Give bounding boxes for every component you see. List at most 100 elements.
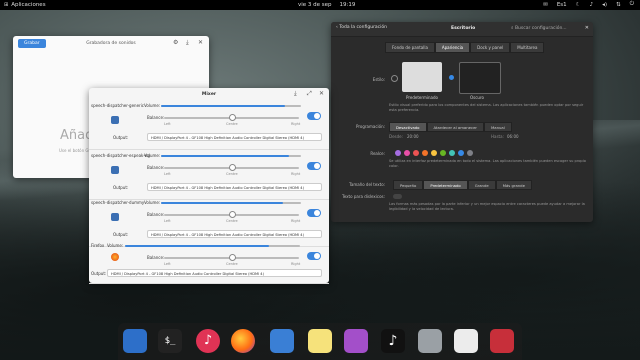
from-field[interactable]: 20:00	[407, 134, 419, 139]
mute-toggle[interactable]	[307, 252, 321, 260]
date-label: vie 3 de sep	[298, 2, 332, 8]
network-icon[interactable]: ⇅	[616, 2, 621, 8]
balance-knob[interactable]	[229, 164, 236, 171]
mute-toggle[interactable]	[307, 162, 321, 170]
search-input[interactable]: ⌕ Buscar configuración...	[511, 25, 567, 31]
mixer-stream-row: speech-dispatcher-espeak-ng Volume: Bala…	[89, 151, 329, 200]
schedule-off[interactable]: Desactivado	[389, 122, 427, 132]
power-icon[interactable]: ⏻	[630, 1, 634, 8]
close-icon[interactable]: ✕	[319, 90, 324, 97]
close-icon[interactable]: ✕	[198, 39, 203, 46]
style-default-radio[interactable]	[391, 75, 398, 82]
moon-icon[interactable]: ☾	[576, 2, 581, 8]
window-title: Escritorio	[451, 26, 476, 31]
volume-label: Volume:	[144, 200, 161, 205]
tab-dock-panel[interactable]: Dock y panel	[470, 42, 511, 53]
output-select[interactable]: HDMI / DisplayPort 4 - GF108 High Defini…	[147, 183, 322, 191]
back-label: Toda la configuración	[339, 25, 388, 30]
text-size-options: Pequeño Predeterminado Grande Más grande	[393, 180, 532, 190]
toggle-app-icon[interactable]	[270, 329, 294, 353]
style-dark-thumbnail[interactable]	[459, 62, 501, 94]
text-size-larger[interactable]: Más grande	[495, 180, 532, 190]
mail-icon[interactable]: ✉	[543, 2, 548, 8]
keyboard-layout[interactable]: Es1	[557, 2, 567, 8]
text-size-large[interactable]: Grande	[467, 180, 496, 190]
output-select[interactable]: HDMI / DisplayPort 4 - GF108 High Defini…	[107, 269, 322, 277]
accent-swatch[interactable]	[395, 150, 401, 156]
tab-multitasking[interactable]: Multitarea	[510, 42, 545, 53]
style-description: Estilo visual preferido para los compone…	[389, 103, 584, 112]
output-label: Output:	[91, 271, 107, 276]
datetime-indicator[interactable]: vie 3 de sep 19:19	[298, 2, 355, 8]
accent-swatch[interactable]	[413, 150, 419, 156]
app-icon	[111, 116, 119, 124]
tab-wallpaper[interactable]: Fondo de pantalla	[385, 42, 435, 53]
accent-swatch[interactable]	[467, 150, 473, 156]
close-icon[interactable]: ✕	[585, 25, 589, 31]
to-field[interactable]: 06:00	[507, 134, 519, 139]
app-icon	[111, 253, 119, 261]
accent-swatch[interactable]	[458, 150, 464, 156]
tiktok-music-icon[interactable]: ♪	[381, 329, 405, 353]
style-default-thumbnail[interactable]	[402, 62, 442, 92]
volume-fill	[161, 202, 283, 204]
dyslexia-label: Texto para dislexicos:	[342, 194, 385, 199]
schedule-sunset[interactable]: Atardecer al amanecer	[426, 122, 484, 132]
accent-description: Se utiliza en interfaz predeterminada en…	[389, 159, 586, 168]
media-icon[interactable]	[490, 329, 514, 353]
appcenter-icon[interactable]	[344, 329, 368, 353]
accent-swatch[interactable]	[431, 150, 437, 156]
style-label: Estilo:	[372, 77, 385, 82]
music-icon[interactable]: ♪	[196, 329, 220, 353]
text-size-default[interactable]: Predeterminado	[423, 180, 468, 190]
mute-toggle[interactable]	[307, 209, 321, 217]
files-icon[interactable]	[418, 329, 442, 353]
accent-swatch[interactable]	[404, 150, 410, 156]
schedule-manual[interactable]: Manual	[483, 122, 512, 132]
bell-icon[interactable]: ♪	[590, 2, 594, 8]
balance-knob[interactable]	[229, 254, 236, 261]
download-icon[interactable]: ⤓	[186, 39, 189, 47]
gear-icon[interactable]: ⚙	[173, 39, 178, 46]
applications-menu[interactable]: ⊞ Aplicaciones	[4, 2, 46, 8]
back-button[interactable]: ‹ Toda la configuración	[336, 25, 387, 30]
mixer-stream-row: Firefox Volume: Balance: Left Centre Rig…	[89, 241, 329, 284]
balance-centre-tick: Centre	[226, 172, 238, 176]
dyslexia-toggle[interactable]	[393, 194, 402, 199]
multitasking-icon[interactable]	[123, 329, 147, 353]
accent-swatch[interactable]	[422, 150, 428, 156]
maximize-icon[interactable]: ⤢	[307, 90, 312, 98]
output-label: Output:	[113, 135, 129, 140]
search-placeholder: Buscar configuración...	[514, 26, 567, 31]
top-panel: ⊞ Aplicaciones vie 3 de sep 19:19 ✉ Es1 …	[0, 0, 640, 10]
balance-knob[interactable]	[229, 211, 236, 218]
apps-grid-icon: ⊞	[4, 2, 9, 8]
dyslexia-description: Las formas más pesadas por la parte infe…	[389, 202, 585, 211]
balance-left-tick: Left	[164, 219, 171, 223]
volume-icon[interactable]: ◂)	[602, 2, 607, 8]
to-label: Hasta:	[491, 134, 504, 139]
volume-label: Volume:	[107, 243, 124, 248]
output-select[interactable]: HDMI / DisplayPort 4 - GF108 High Defini…	[147, 230, 322, 238]
terminal-icon[interactable]: $_	[158, 329, 182, 353]
mixer-icon[interactable]	[454, 329, 478, 353]
volume-fill	[161, 155, 289, 157]
tab-appearance[interactable]: Apariencia	[434, 42, 471, 53]
mute-toggle[interactable]	[307, 112, 321, 120]
balance-right-tick: Right	[291, 219, 301, 223]
accent-swatch[interactable]	[440, 150, 446, 156]
output-select[interactable]: HDMI / DisplayPort 4 - GF108 High Defini…	[147, 133, 322, 141]
firefox-icon[interactable]	[231, 329, 255, 353]
volume-fill	[161, 105, 285, 107]
mixer-window: Mixer ⤓ ⤢ ✕ speech-dispatcher-generic Vo…	[89, 88, 329, 284]
accent-swatch[interactable]	[449, 150, 455, 156]
balance-knob[interactable]	[229, 114, 236, 121]
stream-name: speech-dispatcher-dummy	[91, 200, 145, 205]
mixer-stream-row: speech-dispatcher-generic Volume: Balanc…	[89, 101, 329, 150]
text-size-small[interactable]: Pequeño	[393, 180, 424, 190]
style-dark-radio[interactable]	[449, 75, 454, 80]
download-icon[interactable]: ⤓	[294, 90, 297, 98]
text-size-label: Tamaño del texto:	[349, 182, 385, 187]
app-icon	[111, 213, 119, 221]
notes-icon[interactable]	[308, 329, 332, 353]
